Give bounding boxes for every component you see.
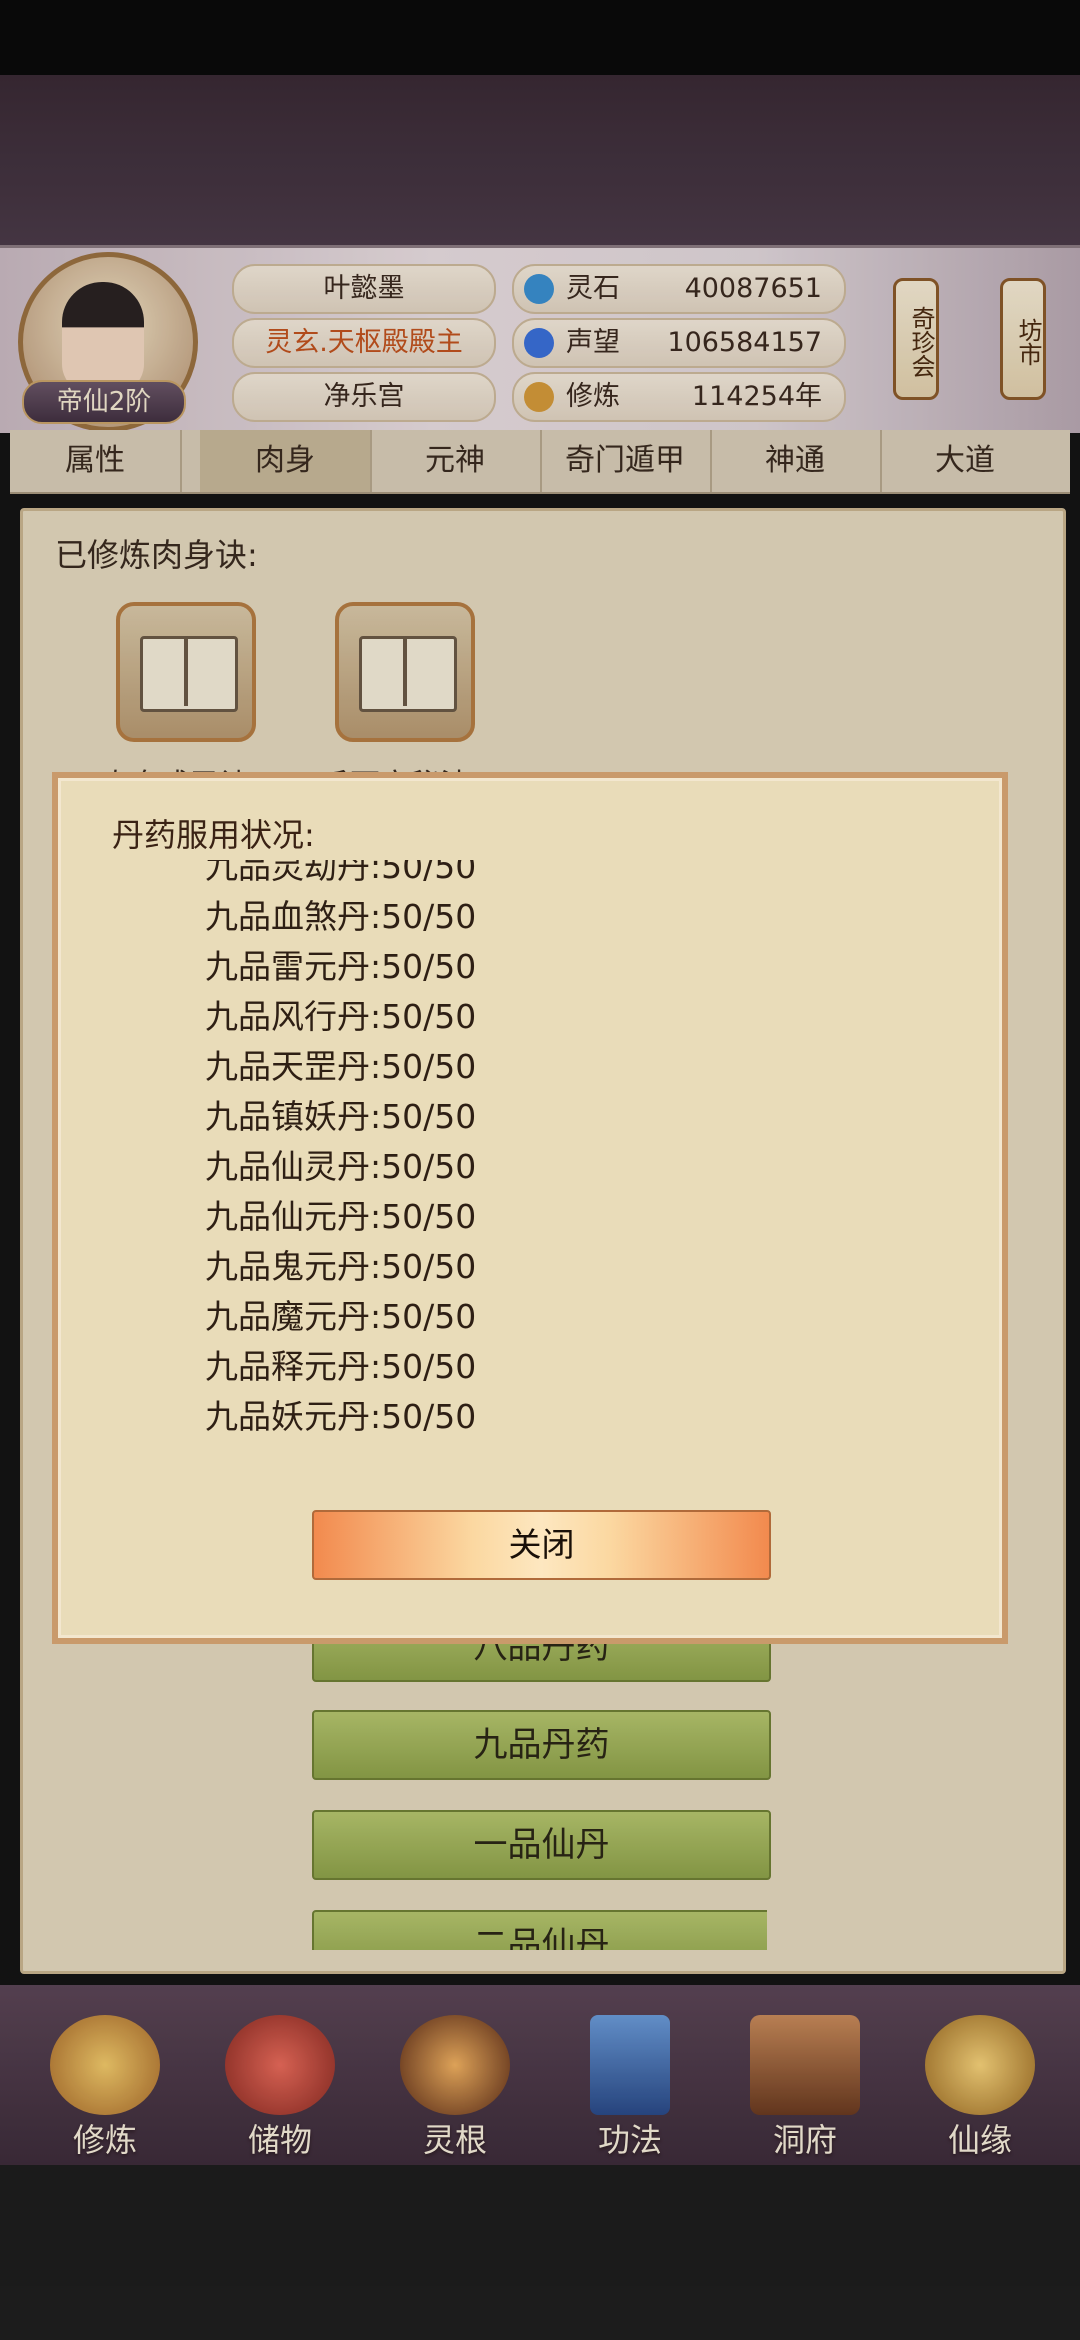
pill-row: 九品风行丹:50/50 (205, 997, 477, 1036)
pill-row: 九品鬼元丹:50/50 (205, 1247, 477, 1286)
pill-row: 九品雷元丹:50/50 (205, 947, 477, 986)
pill-row: 九品释元丹:50/50 (205, 1347, 477, 1386)
pill-row: 九品灵劫丹:50/50 (205, 860, 477, 886)
pill-row: 九品仙灵丹:50/50 (205, 1147, 477, 1186)
dialog-title: 丹药服用状况: (112, 816, 315, 854)
pill-row: 九品天罡丹:50/50 (205, 1047, 477, 1086)
pill-row: 九品血煞丹:50/50 (205, 897, 477, 936)
pill-row: 九品镇妖丹:50/50 (205, 1097, 477, 1136)
pill-row: 九品妖元丹:50/50 (205, 1397, 477, 1436)
close-button[interactable]: 关闭 (312, 1510, 771, 1580)
pill-row: 九品魔元丹:50/50 (205, 1297, 477, 1336)
pill-status-list[interactable]: 九品灵劫丹:50/50 九品血煞丹:50/50 九品雷元丹:50/50 九品风行… (205, 860, 805, 1460)
pill-row: 九品仙元丹:50/50 (205, 1197, 477, 1236)
